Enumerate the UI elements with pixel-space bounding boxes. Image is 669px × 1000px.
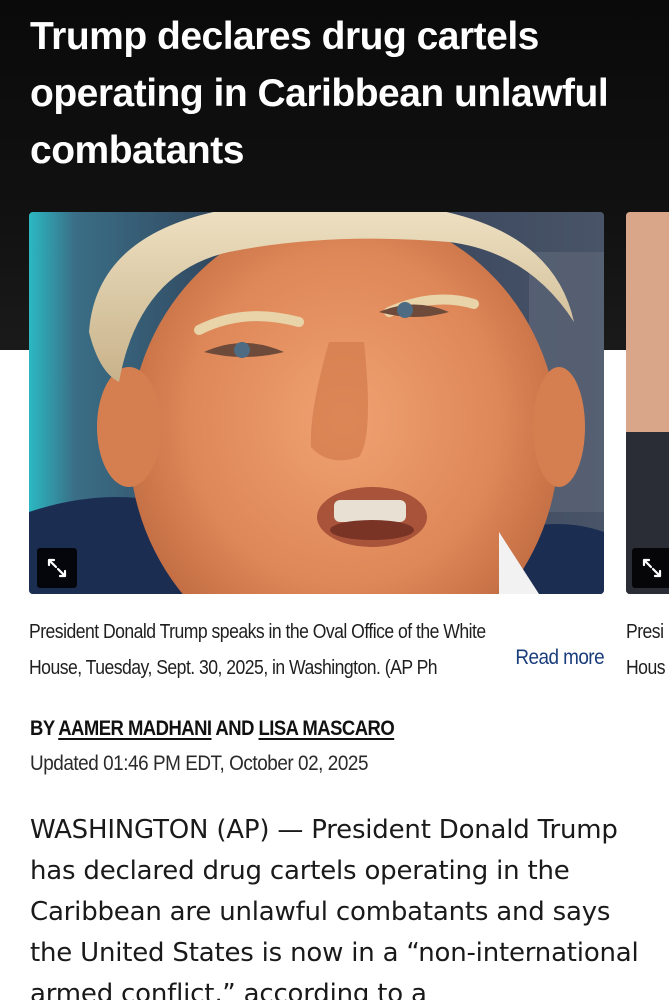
next-photo-caption: Presi Hous <box>626 614 669 682</box>
read-more-link[interactable]: Read more <box>510 646 605 670</box>
byline-conjunction: AND <box>215 717 254 740</box>
byline: BY AAMER MADHANI AND LISA MASCARO <box>30 717 395 741</box>
next-expand-photo-button[interactable] <box>632 548 669 588</box>
byline-prefix: BY <box>30 717 55 740</box>
portrait-image <box>29 212 604 594</box>
photo-carousel[interactable]: President Donald Trump speaks in the Ova… <box>0 212 669 682</box>
author-link-madhani[interactable]: AAMER MADHANI <box>58 717 212 740</box>
article-headline: Trump declares drug cartels operating in… <box>30 15 609 172</box>
expand-photo-button[interactable] <box>37 548 77 588</box>
next-caption-line-1: Presi <box>626 621 664 643</box>
carousel-slide[interactable]: President Donald Trump speaks in the Ova… <box>29 212 604 682</box>
next-article-photo[interactable] <box>626 212 669 594</box>
updated-timestamp: Updated 01:46 PM EDT, October 02, 2025 <box>30 752 369 775</box>
expand-arrows-icon <box>47 558 67 578</box>
caption-line-1: President Donald Trump speaks in the Ova… <box>29 621 486 643</box>
article-body-paragraph: WASHINGTON (AP) — President Donald Trump… <box>30 815 639 1000</box>
author-link-mascaro[interactable]: LISA MASCARO <box>259 717 395 740</box>
next-photo-image <box>626 212 669 594</box>
article-photo[interactable] <box>29 212 604 594</box>
next-caption-line-2: Hous <box>626 657 666 679</box>
expand-arrows-icon <box>642 558 662 578</box>
next-carousel-slide[interactable]: Presi Hous <box>626 212 669 682</box>
